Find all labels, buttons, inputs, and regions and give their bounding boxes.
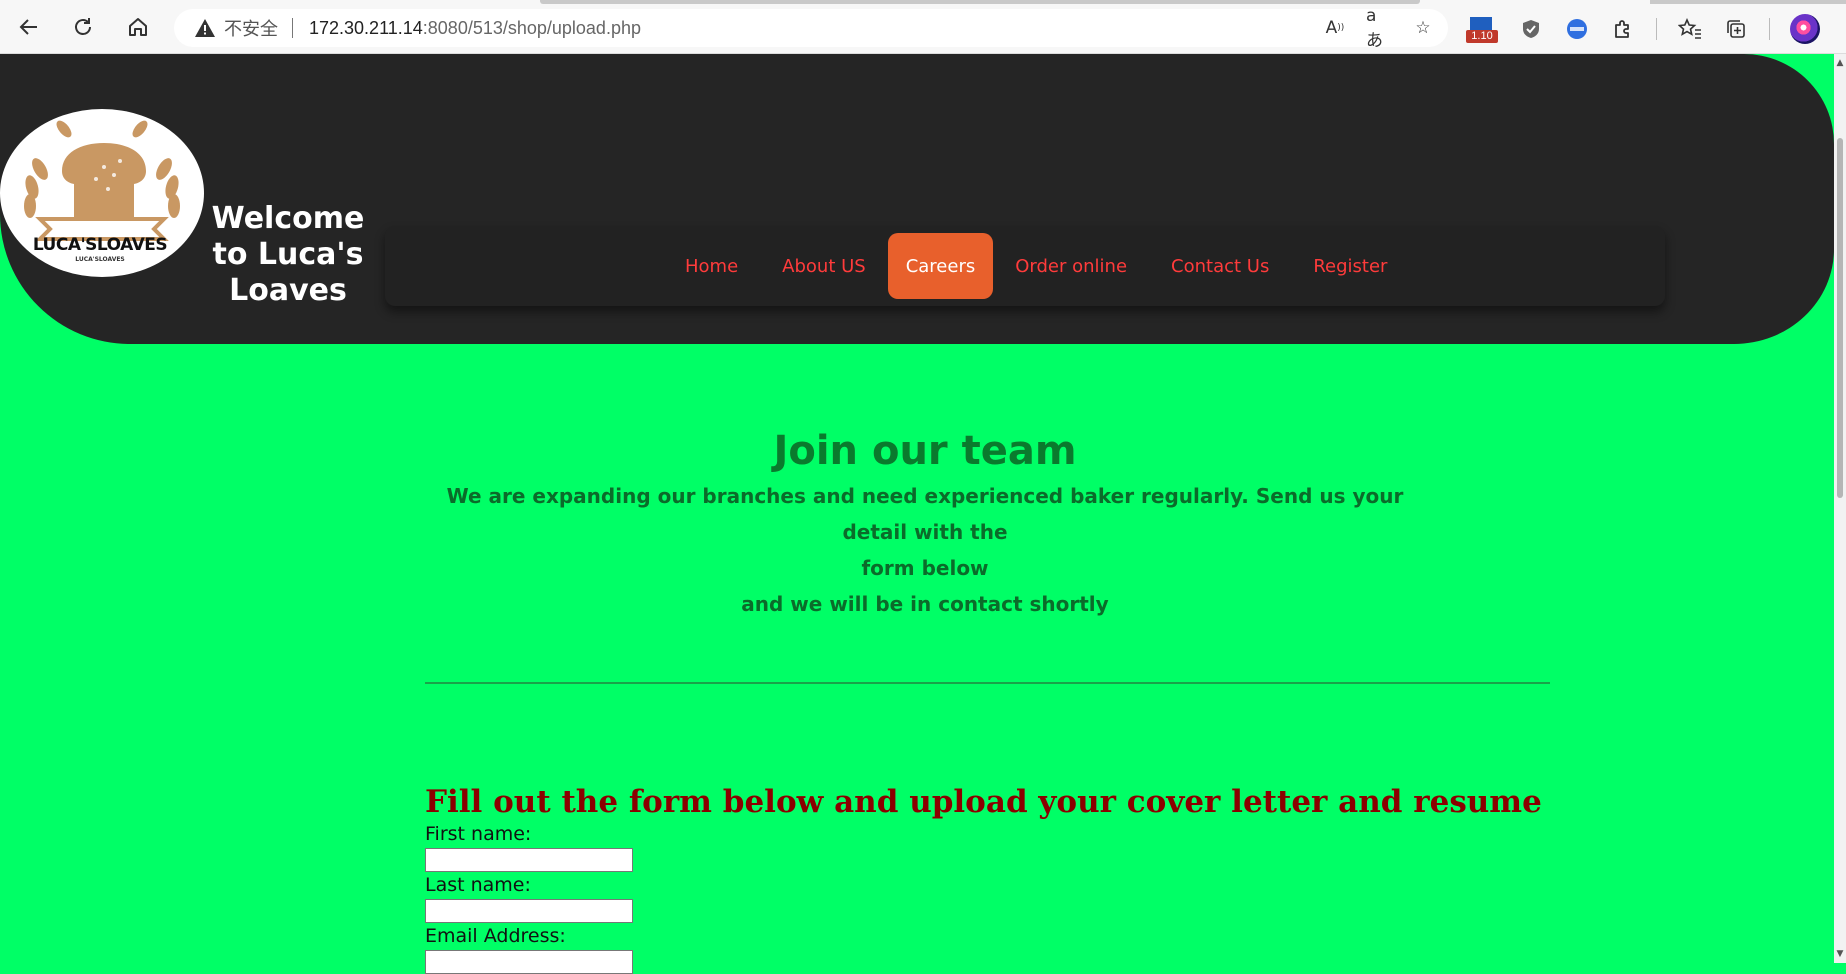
puzzle-icon[interactable]: [1610, 16, 1636, 42]
site-logo[interactable]: LUCA'SLOAVES LUCA'SLOAVES: [0, 109, 204, 277]
logo-subtext: LUCA'SLOAVES: [75, 256, 125, 263]
reload-button[interactable]: [68, 12, 98, 42]
nav-careers[interactable]: Careers: [887, 233, 994, 299]
nav-contact-us[interactable]: Contact Us: [1149, 233, 1291, 299]
browser-tools: 1.10: [1466, 14, 1820, 44]
url-path: :8080/513/shop/upload.php: [422, 17, 641, 38]
nav-links: Home About US Careers Order online Conta…: [663, 226, 1409, 306]
first-name-input[interactable]: [425, 848, 633, 872]
nav-about-us[interactable]: About US: [760, 233, 888, 299]
scroll-down-icon[interactable]: ▼: [1836, 949, 1844, 959]
collections-icon[interactable]: [1723, 16, 1749, 42]
favorites-icon[interactable]: [1677, 16, 1703, 42]
main-navbar: Home About US Careers Order online Conta…: [385, 226, 1665, 306]
address-separator: [292, 18, 293, 38]
section-divider: [425, 682, 1550, 684]
extension-badge-count: 1.10: [1466, 30, 1498, 43]
tab-strip-edge: [540, 0, 1420, 4]
description-line-1: We are expanding our branches and need e…: [446, 484, 1404, 544]
scroll-up-icon[interactable]: ▲: [1836, 58, 1844, 68]
description-line-3: and we will be in contact shortly: [741, 592, 1109, 616]
first-name-label: First name:: [425, 823, 532, 845]
toolbar-separator-2: [1769, 18, 1770, 40]
insecure-label: 不安全: [224, 19, 278, 40]
add-favorite-icon[interactable]: ☆: [1410, 15, 1436, 41]
profile-avatar[interactable]: [1790, 14, 1820, 44]
tab-strip-edge-right: [1650, 0, 1846, 4]
description-line-2: form below: [861, 556, 989, 580]
back-button[interactable]: [14, 12, 44, 42]
flag-icon: [1470, 17, 1492, 31]
url-host: 172.30.211.14: [309, 17, 423, 38]
email-label: Email Address:: [425, 925, 566, 947]
last-name-label: Last name:: [425, 874, 531, 896]
extension-flag-button[interactable]: 1.10: [1466, 15, 1498, 43]
home-button[interactable]: [123, 12, 153, 42]
site-header: LUCA'SLOAVES LUCA'SLOAVES Welcome to Luc…: [0, 54, 1834, 344]
last-name-input[interactable]: [425, 899, 633, 923]
nav-home[interactable]: Home: [663, 233, 760, 299]
nav-order-online[interactable]: Order online: [993, 233, 1149, 299]
toolbar-separator: [1656, 18, 1657, 40]
page-scrollbar[interactable]: ▲ ▼: [1834, 54, 1846, 963]
page-description: We are expanding our branches and need e…: [425, 478, 1425, 622]
back-arrow-icon: [19, 19, 37, 35]
reload-icon: [75, 18, 91, 35]
vpn-extension-icon[interactable]: [1564, 16, 1590, 42]
warning-icon: [194, 17, 216, 39]
email-input[interactable]: [425, 950, 633, 974]
translate-icon[interactable]: aあ: [1366, 6, 1392, 51]
form-title: Fill out the form below and upload your …: [425, 784, 1542, 820]
read-aloud-icon[interactable]: A)): [1322, 15, 1348, 41]
address-actions: A)) aあ ☆: [1322, 6, 1436, 51]
page-heading: Join our team: [773, 428, 1077, 474]
scrollbar-thumb[interactable]: [1837, 138, 1843, 498]
browser-toolbar: 不安全 172.30.211.14:8080/513/shop/upload.p…: [0, 0, 1846, 54]
address-bar[interactable]: 不安全 172.30.211.14:8080/513/shop/upload.p…: [174, 6, 1448, 51]
shield-extension-icon[interactable]: [1518, 16, 1544, 42]
home-icon: [129, 18, 147, 36]
nav-register[interactable]: Register: [1291, 233, 1409, 299]
logo-text: LUCA'SLOAVES: [32, 235, 168, 255]
url-text: 172.30.211.14:8080/513/shop/upload.php: [309, 18, 641, 39]
site-title: Welcome to Luca's Loaves: [211, 201, 365, 308]
